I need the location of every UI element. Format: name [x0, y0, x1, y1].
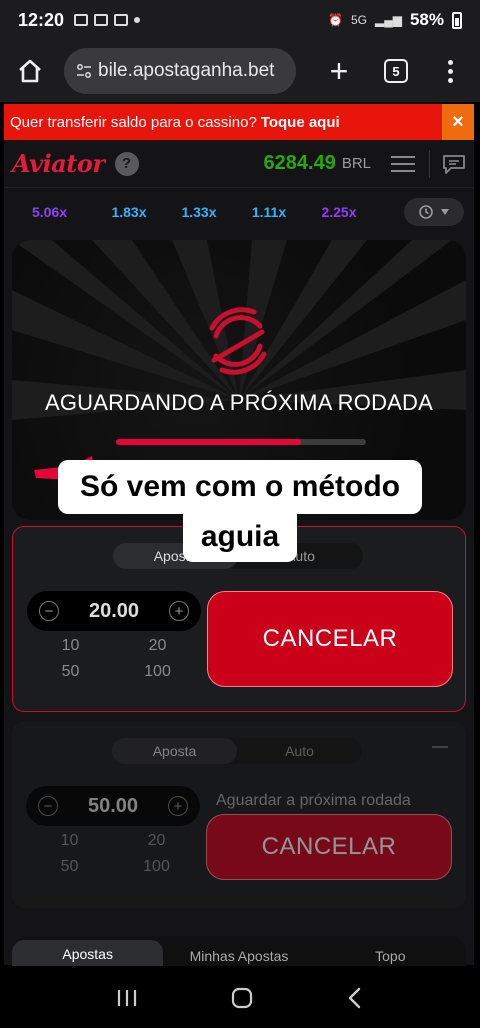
multiplier-item: 5.06x [32, 204, 68, 220]
quick-amount[interactable]: 50 [26, 858, 113, 876]
tab-top[interactable]: Topo [315, 948, 466, 966]
game-header: Aviator ? 6284.49 BRL [4, 140, 474, 188]
multiplier-item: 2.25x [321, 204, 357, 220]
menu-line [391, 155, 415, 158]
address-bar[interactable]: bile.apostaganha.bet [64, 48, 296, 94]
menu-line [391, 162, 415, 165]
system-navigation-bar [0, 968, 480, 1028]
home-icon [19, 59, 41, 83]
clock: 12:20 [18, 9, 65, 30]
minus-icon[interactable]: − [39, 601, 59, 621]
multiplier-history: 5.06x 1.83x 1.33x 1.11x 2.25x [4, 188, 474, 236]
bet-mode-switch: Aposta Auto [112, 738, 362, 764]
bet-panel-2: Aposta Auto − 50.00 + 10 20 50 100 Aguar… [12, 722, 466, 908]
status-bar: 12:20 ⏰ 5G ▂▄▆ 58% [0, 0, 480, 40]
waiting-message: AGUARDANDO A PRÓXIMA RODADA [44, 390, 434, 415]
round-progress [116, 439, 366, 445]
chat-icon [443, 154, 465, 174]
video-caption-2: aguia [183, 512, 297, 562]
bet-amount[interactable]: 20.00 [89, 600, 139, 623]
back-icon[interactable] [345, 986, 365, 1010]
url-text: bile.apostaganha.bet [98, 60, 275, 81]
quick-amount[interactable]: 10 [27, 637, 114, 655]
system-icons: ⏰ 5G ▂▄▆ 58% [328, 10, 462, 30]
tab-my-bets[interactable]: Minhas Apostas [163, 948, 314, 966]
plus-icon[interactable]: + [168, 796, 188, 816]
minus-icon[interactable]: − [38, 796, 58, 816]
tab-bet[interactable]: Aposta [112, 738, 237, 764]
quick-amount[interactable]: 20 [113, 832, 200, 850]
dot [448, 59, 453, 65]
menu-line [391, 169, 415, 172]
notification-icons [74, 14, 141, 26]
banner-link[interactable]: Toque aqui [261, 114, 340, 131]
quick-amounts: 10 20 50 100 [26, 832, 200, 876]
browser-menu-button[interactable] [448, 59, 453, 83]
banner-text: Quer transferir saldo para o cassino? [10, 113, 257, 131]
quick-amount[interactable]: 50 [27, 663, 114, 681]
help-button[interactable]: ? [114, 151, 139, 176]
gallery-icon [114, 14, 129, 26]
video-caption: Só vem com o método [58, 460, 422, 514]
cancel-button[interactable]: CANCELAR [206, 814, 452, 880]
battery-percent: 58% [409, 10, 444, 29]
more-notifications-icon [134, 17, 141, 23]
screenshot-icon [74, 14, 89, 26]
cancel-button[interactable]: CANCELAR [207, 591, 453, 687]
new-tab-button[interactable]: + [324, 53, 354, 90]
bet-amount-stepper: − 20.00 + [27, 591, 201, 631]
browser-toolbar: bile.apostaganha.bet + 5 [0, 40, 480, 102]
tab-auto[interactable]: Auto [237, 738, 362, 764]
chevron-down-icon [441, 209, 449, 215]
chat-button[interactable] [429, 149, 466, 178]
propeller-icon [209, 307, 267, 375]
home-button[interactable] [14, 55, 46, 87]
dot [448, 77, 453, 83]
dot [448, 68, 453, 74]
plus-icon[interactable]: + [169, 601, 189, 621]
site-settings-icon[interactable] [76, 63, 92, 79]
game-menu-button[interactable] [391, 155, 415, 172]
multiplier-item: 1.11x [251, 204, 287, 220]
bet-amount[interactable]: 50.00 [88, 795, 138, 818]
remove-panel-button[interactable] [432, 746, 448, 748]
balance-currency: BRL [341, 155, 371, 172]
alarm-icon: ⏰ [328, 13, 343, 27]
history-icon [419, 205, 433, 219]
bets-tabs: Apostas Minhas Apostas Topo [12, 936, 466, 966]
quick-amounts: 10 20 50 100 [27, 637, 201, 681]
network-type: 5G [350, 13, 367, 27]
recent-apps-icon[interactable] [115, 988, 139, 1008]
round-progress-fill [116, 439, 301, 445]
quick-amount[interactable]: 10 [26, 832, 113, 850]
tab-all-bets[interactable]: Apostas [12, 940, 164, 966]
signal-icon: ▂▄▆ [375, 13, 402, 27]
tab-switcher-button[interactable]: 5 [384, 59, 408, 83]
quick-amount[interactable]: 100 [113, 858, 200, 876]
waiting-next-round: Aguardar a próxima rodada [216, 792, 411, 809]
aviator-logo: Aviator [12, 149, 105, 178]
multiplier-item: 1.83x [111, 204, 147, 220]
balance-amount: 6284.49 [263, 152, 336, 174]
multiplier-item: 1.33x [181, 204, 217, 220]
bet-amount-stepper: − 50.00 + [26, 786, 200, 826]
screen-record-icon [94, 14, 109, 26]
transfer-banner[interactable]: Quer transferir saldo para o cassino? To… [4, 104, 474, 140]
quick-amount[interactable]: 100 [114, 663, 201, 681]
home-nav-icon[interactable] [230, 986, 254, 1010]
quick-amount[interactable]: 20 [114, 637, 201, 655]
battery-icon [452, 11, 462, 29]
close-icon[interactable]: × [442, 104, 474, 140]
round-history-button[interactable] [404, 198, 464, 226]
